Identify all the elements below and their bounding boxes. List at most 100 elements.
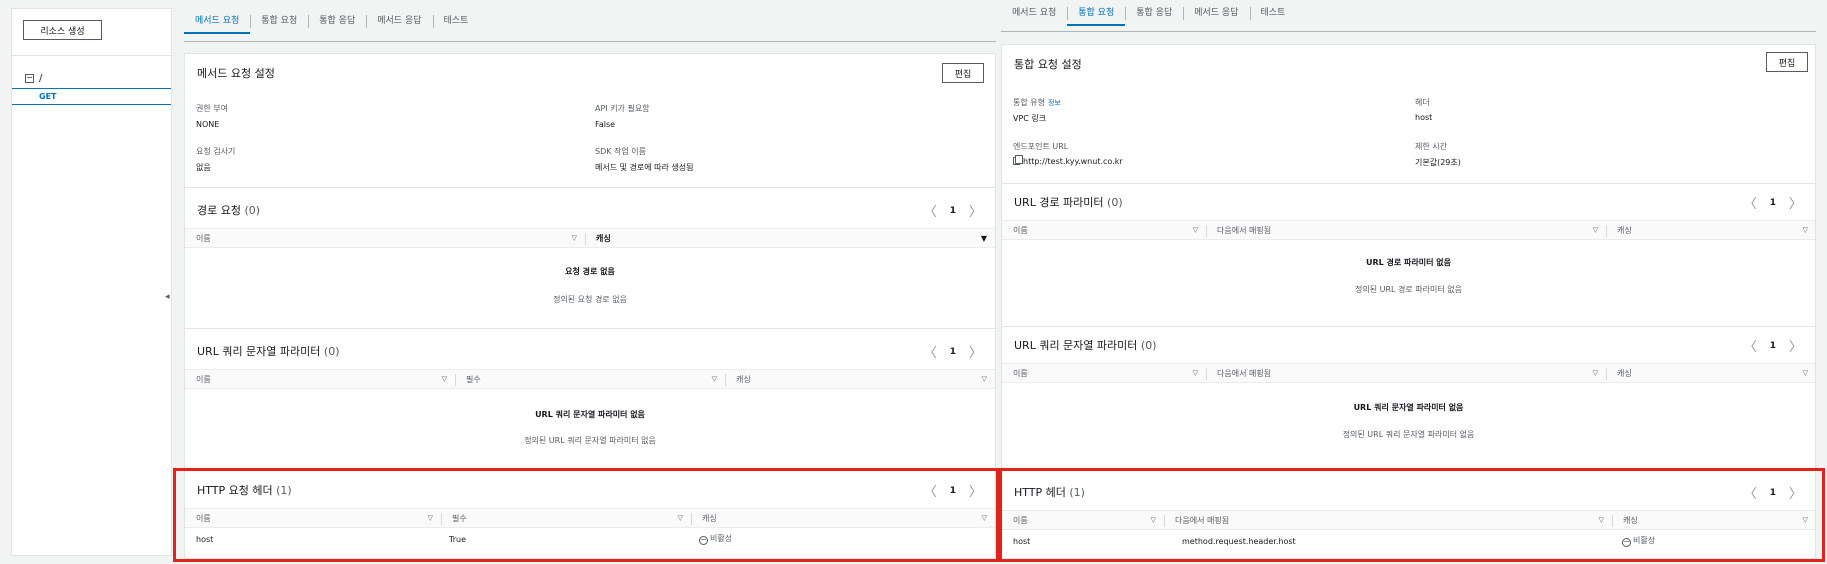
sort-icon[interactable]: ▽	[1193, 221, 1198, 240]
query-params-section: URL 쿼리 문자열 파라미터 (0) 〈 1 〉 이름 ▽ 다음에서 매핑됨 ▽ …	[1002, 326, 1815, 469]
endpoint-url-value: http://test.kyy.wnut.co.kr	[1013, 155, 1123, 166]
tree-root-row[interactable]: − /	[25, 73, 42, 84]
table-header: 이름 ▽ 필수 ▽ 캐싱 ▽	[185, 369, 995, 389]
header-label: 헤더	[1415, 98, 1430, 107]
sort-icon[interactable]: ▽	[1803, 221, 1808, 240]
create-resource-button[interactable]: 리소스 생성	[23, 20, 102, 40]
column-header-mapped-from[interactable]: 다음에서 매핑됨 ▽	[1206, 364, 1606, 383]
prev-page-icon[interactable]: 〈	[1744, 336, 1757, 355]
empty-state-subtitle: 정의된 URL 경로 파라미터 없음	[1354, 285, 1462, 294]
page-number[interactable]: 1	[950, 347, 956, 357]
column-header-caching[interactable]: 캐싱 ▽	[1606, 221, 1816, 240]
path-request-section: 경로 요청 (0) 〈 1 〉 이름 ▽ 캐싱 ▼ 요청 경로 없음 정의된 요청 …	[185, 187, 995, 328]
query-params-pager: 〈 1 〉	[924, 342, 982, 361]
highlight-box-right	[999, 468, 1825, 562]
page-number[interactable]: 1	[950, 206, 956, 216]
column-header-name[interactable]: 이름 ▽	[1002, 221, 1206, 240]
edit-button[interactable]: 편집	[942, 63, 984, 83]
collapse-icon[interactable]: −	[25, 74, 34, 83]
right-tab-underline	[1001, 31, 1816, 32]
highlight-box-left	[173, 468, 999, 562]
method-request-settings-title: 메서드 요청 설정	[197, 67, 275, 80]
next-page-icon[interactable]: 〉	[1789, 193, 1802, 212]
empty-state-subtitle: 정의된 URL 쿼리 문자열 파라미터 없음	[524, 436, 656, 445]
validator-label: 요청 검사기	[196, 147, 236, 156]
query-params-section: URL 쿼리 문자열 파라미터 (0) 〈 1 〉 이름 ▽ 필수 ▽ 캐싱 ▽ UR…	[185, 328, 995, 469]
column-header-name[interactable]: 이름 ▽	[185, 229, 585, 248]
next-page-icon[interactable]: 〉	[969, 342, 982, 361]
sort-icon[interactable]: ▽	[1803, 364, 1808, 383]
column-header-name[interactable]: 이름 ▽	[1002, 364, 1206, 383]
api-key-label: API 키가 필요함	[595, 104, 650, 113]
column-header-name[interactable]: 이름 ▽	[185, 370, 455, 389]
table-header: 이름 ▽ 다음에서 매핑됨 ▽ 캐싱 ▽	[1002, 363, 1815, 383]
api-key-value: False	[595, 120, 616, 129]
column-header-required[interactable]: 필수 ▽	[455, 370, 725, 389]
tab-integration-response[interactable]: 통합 응답	[1125, 0, 1183, 26]
page-number[interactable]: 1	[1770, 198, 1776, 208]
next-page-icon[interactable]: 〉	[969, 201, 982, 220]
query-params-title: URL 쿼리 문자열 파라미터 (0)	[1014, 339, 1157, 352]
tab-integration-request[interactable]: 통합 요청	[250, 8, 308, 34]
url-path-params-section: URL 경로 파라미터 (0) 〈 1 〉 이름 ▽ 다음에서 매핑됨 ▽ 캐싱 ▽ …	[1002, 183, 1815, 326]
tab-test[interactable]: 테스트	[1249, 0, 1297, 26]
url-path-params-pager: 〈 1 〉	[1744, 193, 1802, 212]
prev-page-icon[interactable]: 〈	[924, 201, 937, 220]
table-header: 이름 ▽ 다음에서 매핑됨 ▽ 캐싱 ▽	[1002, 220, 1815, 240]
sort-icon[interactable]: ▽	[442, 370, 447, 389]
right-tab-bar: 메서드 요청 통합 요청 통합 응답 메서드 응답 테스트	[1001, 0, 1296, 26]
sdk-name-value: 메서드 및 경로에 따라 생성됨	[595, 163, 694, 172]
table-header: 이름 ▽ 캐싱 ▼	[185, 228, 995, 248]
tab-method-response[interactable]: 메서드 응답	[366, 8, 432, 34]
tree-item-get[interactable]: GET	[12, 88, 171, 105]
column-header-caching[interactable]: 캐싱 ▽	[725, 370, 995, 389]
prev-page-icon[interactable]: 〈	[1744, 193, 1757, 212]
empty-state-title: URL 경로 파라미터 없음	[1366, 258, 1451, 267]
auth-value: NONE	[196, 120, 220, 129]
query-params-title: URL 쿼리 문자열 파라미터 (0)	[197, 345, 340, 358]
empty-state-title: URL 쿼리 문자열 파라미터 없음	[1353, 403, 1464, 412]
empty-state-subtitle: 정의된 요청 경로 없음	[553, 295, 627, 304]
sort-icon[interactable]: ▽	[712, 370, 717, 389]
sdk-name-label: SDK 작업 이름	[595, 147, 647, 156]
path-request-title: 경로 요청 (0)	[197, 204, 261, 217]
column-header-caching[interactable]: 캐싱 ▼	[585, 229, 995, 248]
endpoint-url-label: 엔드포인트 URL	[1013, 142, 1069, 151]
sort-icon[interactable]: ▽	[982, 370, 987, 389]
sort-filled-icon[interactable]: ▼	[981, 229, 987, 248]
info-link[interactable]: 정보	[1048, 99, 1061, 107]
sort-icon[interactable]: ▽	[1593, 221, 1598, 240]
empty-state-title: URL 쿼리 문자열 파라미터 없음	[535, 410, 645, 419]
column-header-mapped-from[interactable]: 다음에서 매핑됨 ▽	[1206, 221, 1606, 240]
next-page-icon[interactable]: 〉	[1789, 336, 1802, 355]
tab-integration-request[interactable]: 통합 요청	[1067, 0, 1126, 26]
tab-test[interactable]: 테스트	[432, 8, 480, 34]
tab-method-response[interactable]: 메서드 응답	[1183, 0, 1249, 26]
timeout-label: 제한 시간	[1415, 142, 1447, 151]
root-path-label: /	[39, 73, 43, 84]
empty-state-subtitle: 정의된 URL 쿼리 문자열 파라미터 없음	[1342, 430, 1475, 439]
tab-method-request[interactable]: 메서드 요청	[184, 8, 251, 34]
timeout-value: 기본값(29초)	[1415, 158, 1461, 167]
path-request-pager: 〈 1 〉	[924, 201, 982, 220]
url-path-params-title: URL 경로 파라미터 (0)	[1014, 196, 1123, 209]
validator-value: 없음	[196, 163, 211, 172]
sort-icon[interactable]: ▽	[572, 229, 577, 248]
tree-divider	[12, 55, 171, 56]
query-params-pager: 〈 1 〉	[1744, 336, 1802, 355]
left-tab-underline	[184, 41, 996, 42]
column-header-caching[interactable]: 캐싱 ▽	[1606, 364, 1816, 383]
auth-label: 권한 부여	[196, 104, 228, 113]
sort-icon[interactable]: ▽	[1193, 364, 1198, 383]
integration-type-value: VPC 링크	[1013, 114, 1047, 123]
prev-page-icon[interactable]: 〈	[924, 342, 937, 361]
integration-request-settings-title: 통합 요청 설정	[1014, 58, 1082, 71]
resize-handle-icon[interactable]: ◂	[165, 292, 170, 302]
tab-integration-response[interactable]: 통합 응답	[308, 8, 366, 34]
tab-method-request[interactable]: 메서드 요청	[1001, 0, 1067, 26]
left-tab-bar: 메서드 요청 통합 요청 통합 응답 메서드 응답 테스트	[184, 8, 479, 34]
edit-button[interactable]: 편집	[1766, 52, 1808, 72]
page-number[interactable]: 1	[1770, 341, 1776, 351]
copy-icon[interactable]	[1013, 155, 1023, 165]
sort-icon[interactable]: ▽	[1593, 364, 1598, 383]
